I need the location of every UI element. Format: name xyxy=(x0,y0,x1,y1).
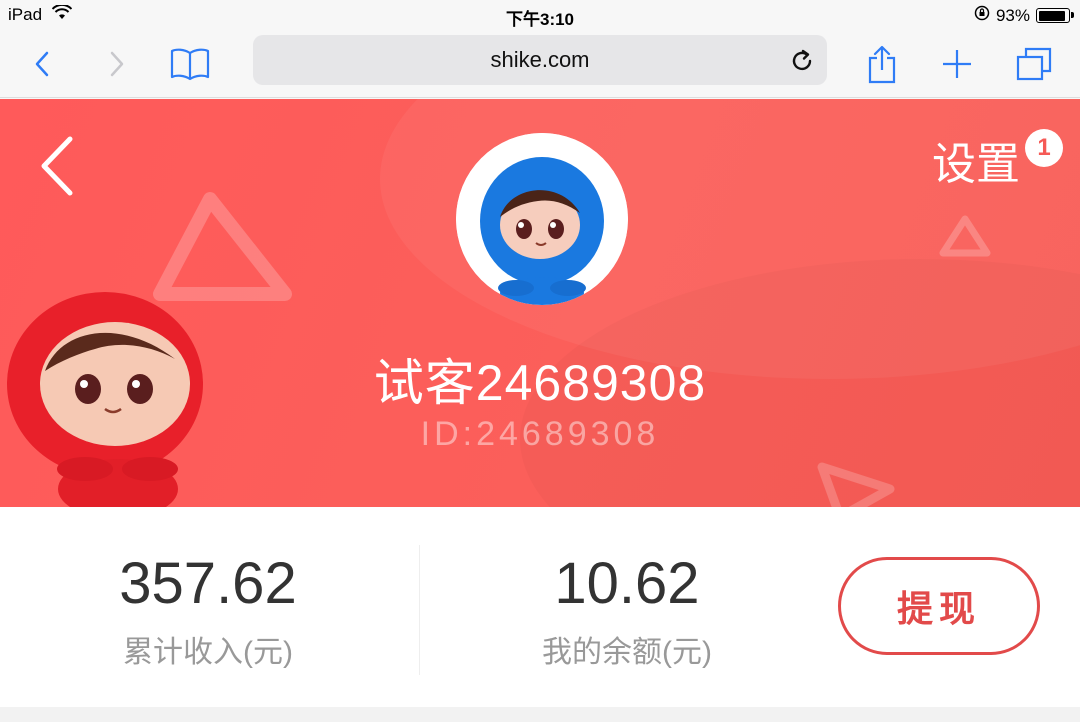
new-tab-icon[interactable] xyxy=(935,42,979,86)
forward-icon[interactable] xyxy=(95,42,139,86)
settings-notification-badge: 1 xyxy=(1025,129,1063,167)
total-income-stat[interactable]: 357.62 累计收入(元) xyxy=(78,551,338,671)
battery-icon xyxy=(1036,8,1074,23)
profile-header: 设置 1 试客24689308 ID:24689308 xyxy=(0,99,1080,507)
address-bar[interactable]: shike.com xyxy=(253,35,827,85)
battery-fill xyxy=(1038,10,1066,21)
share-icon[interactable] xyxy=(860,42,904,86)
orientation-lock-icon xyxy=(974,5,990,26)
decorative-triangle xyxy=(817,462,895,507)
avatar[interactable] xyxy=(456,133,628,305)
browser-toolbar: shike.com xyxy=(0,30,1080,98)
balance-label: 我的余额(元) xyxy=(542,636,712,669)
withdraw-button[interactable]: 提现 xyxy=(838,557,1040,655)
balance-stat[interactable]: 10.62 我的余额(元) xyxy=(497,551,757,671)
battery-percent: 93% xyxy=(995,5,1030,25)
username: 试客24689308 xyxy=(373,355,707,411)
reload-icon[interactable] xyxy=(789,48,815,74)
url-text: shike.com xyxy=(490,47,590,72)
total-income-label: 累计收入(元) xyxy=(123,636,293,669)
status-time: 下午3:10 xyxy=(505,10,575,29)
back-button[interactable] xyxy=(36,133,80,199)
balance-value: 10.62 xyxy=(554,551,700,616)
user-id: ID:24689308 xyxy=(420,415,660,453)
bookmarks-icon[interactable] xyxy=(168,42,212,86)
status-bar: iPad 下午3:10 93% xyxy=(0,0,1080,30)
tabs-icon[interactable] xyxy=(1012,42,1056,86)
settings-link[interactable]: 设置 xyxy=(932,139,1020,191)
page-bottom-strip xyxy=(0,707,1080,722)
divider xyxy=(419,545,420,675)
decorative-triangle xyxy=(939,215,991,257)
blue-mascot-avatar xyxy=(456,133,628,305)
back-icon[interactable] xyxy=(20,42,64,86)
total-income-value: 357.62 xyxy=(119,551,297,616)
earnings-panel: 357.62 累计收入(元) 10.62 我的余额(元) 提现 xyxy=(0,507,1080,707)
